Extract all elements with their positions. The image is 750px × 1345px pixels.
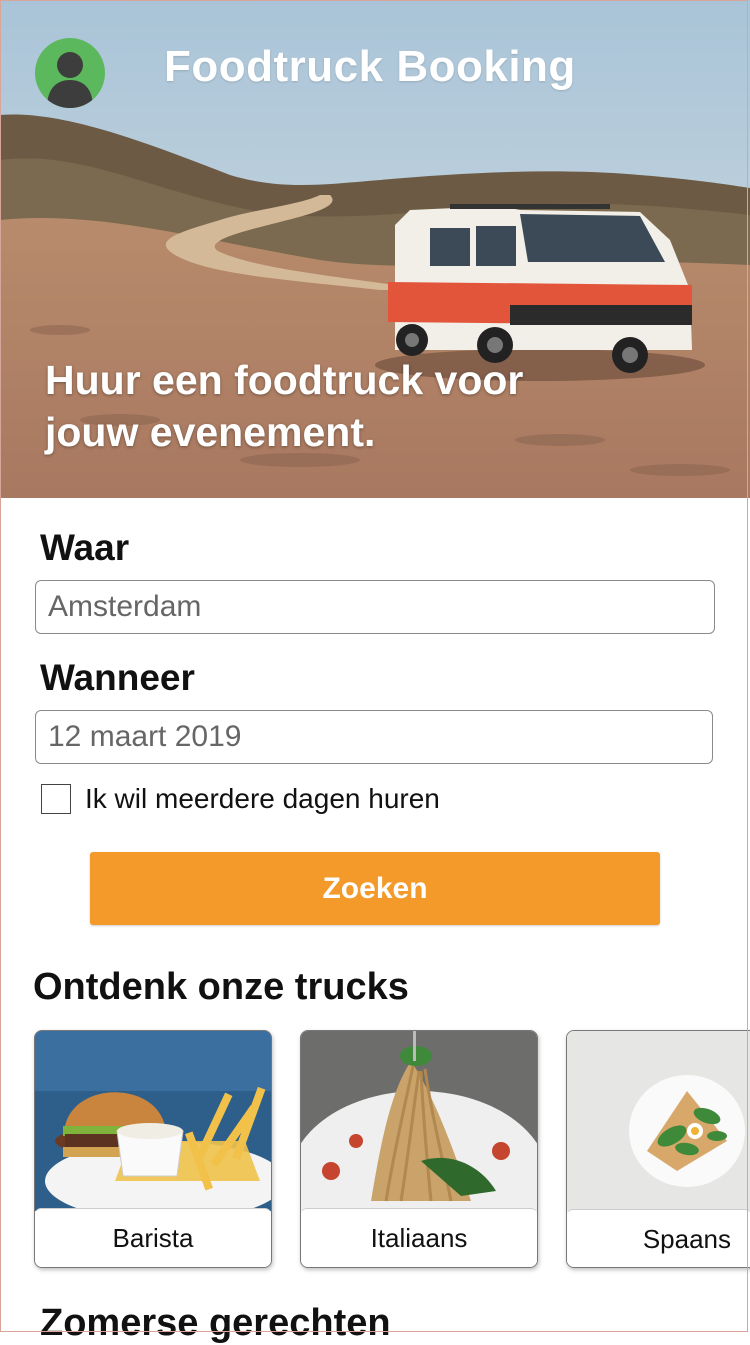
multi-day-checkbox[interactable] xyxy=(41,784,71,814)
multi-day-label: Ik wil meerdere dagen huren xyxy=(85,783,440,814)
user-avatar-icon[interactable] xyxy=(35,38,105,108)
tapas-photo xyxy=(567,1031,750,1211)
truck-card-label: Barista xyxy=(35,1208,271,1267)
when-input[interactable]: 12 maart 2019 xyxy=(35,710,713,764)
hero-tagline: Huur een foodtruck voor jouw evenement. xyxy=(45,354,665,458)
multi-day-option[interactable]: Ik wil meerdere dagen huren xyxy=(41,782,440,816)
where-input[interactable]: Amsterdam xyxy=(35,580,715,634)
truck-card-label: Italiaans xyxy=(301,1208,537,1267)
when-label: Wanneer xyxy=(40,657,195,698)
where-label: Waar xyxy=(40,527,130,568)
truck-card-italiaans[interactable]: Italiaans xyxy=(300,1030,538,1268)
pasta-photo xyxy=(301,1031,537,1211)
app-title: Foodtruck Booking xyxy=(164,42,576,91)
hero-tagline-line1: Huur een foodtruck voor xyxy=(45,357,524,403)
truck-card-label: Spaans xyxy=(567,1209,750,1267)
search-button[interactable]: Zoeken xyxy=(90,852,660,925)
burger-photo xyxy=(35,1031,271,1211)
hero-tagline-line2: jouw evenement. xyxy=(45,409,376,455)
truck-card-spaans[interactable]: Spaans xyxy=(566,1030,750,1268)
hero-banner: Foodtruck Booking Huur een foodtruck voo… xyxy=(0,0,750,498)
trucks-section-title: Ontdenk onze trucks xyxy=(33,966,409,1008)
truck-card-barista[interactable]: Barista xyxy=(34,1030,272,1268)
summer-section-title: Zomerse gerechten xyxy=(40,1302,391,1344)
